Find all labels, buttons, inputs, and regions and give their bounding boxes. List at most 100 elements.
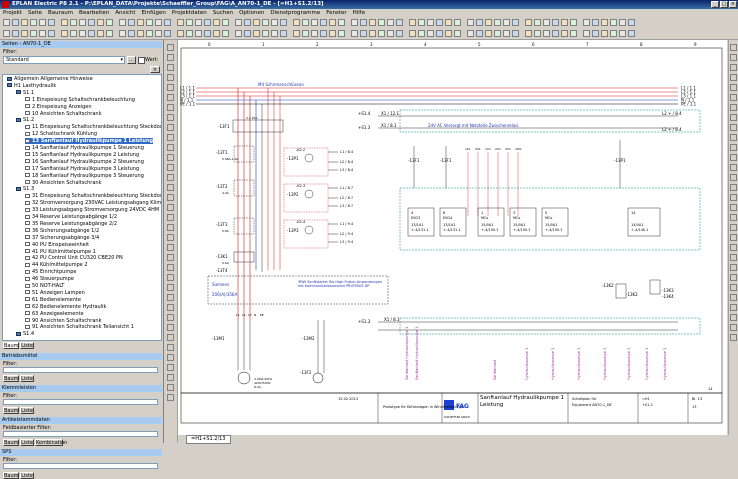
- toolbar-tool-icon[interactable]: [12, 30, 19, 37]
- sps-filter-input[interactable]: [3, 463, 158, 469]
- tree-page[interactable]: 15 Sanftanlauf Hydraulikpumpe 2 Leistung: [25, 152, 139, 158]
- toolbar-tool-icon[interactable]: [88, 19, 95, 26]
- tree-page[interactable]: 1 Einspeisung Schaltschrankbeleuchtung: [25, 97, 135, 103]
- toolbar-tool-icon[interactable]: [427, 19, 434, 26]
- drawing-tool-icon[interactable]: [167, 364, 174, 371]
- toolbar-tool-icon[interactable]: [351, 19, 358, 26]
- drawing-tool-icon[interactable]: [167, 134, 174, 141]
- drawing-tool-icon[interactable]: [167, 194, 174, 201]
- toolbar-tool-icon[interactable]: [592, 30, 599, 37]
- drawing-tool-icon[interactable]: [167, 294, 174, 301]
- drawing-tool-icon[interactable]: [167, 54, 174, 61]
- toolbar-tool-icon[interactable]: [552, 30, 559, 37]
- toolbar-tool-icon[interactable]: [378, 30, 385, 37]
- tree-page[interactable]: 91 Ansichten Schaltschrank Teilansicht 1: [25, 324, 134, 330]
- drawing-tool-icon[interactable]: [167, 264, 174, 271]
- tree-folder[interactable]: S1.1: [16, 90, 34, 96]
- toolbar-tool-icon[interactable]: [177, 30, 184, 37]
- drawing-tool-icon[interactable]: [167, 184, 174, 191]
- toolbar-tool-icon[interactable]: [503, 30, 510, 37]
- tree-page[interactable]: 41 PU Kühlmittelpumpe 1: [25, 249, 96, 255]
- drawing-tool-icon[interactable]: [167, 234, 174, 241]
- symbol-tool-icon[interactable]: [730, 294, 737, 301]
- symbol-tool-icon[interactable]: [730, 164, 737, 171]
- symbol-tool-icon[interactable]: [730, 264, 737, 271]
- toolbar-tool-icon[interactable]: [396, 19, 403, 26]
- toolbar-tool-icon[interactable]: [21, 19, 28, 26]
- symbol-tool-icon[interactable]: [730, 314, 737, 321]
- toolbar-tool-icon[interactable]: [494, 19, 501, 26]
- toolbar-tool-icon[interactable]: [48, 19, 55, 26]
- symbol-tool-icon[interactable]: [730, 94, 737, 101]
- toolbar-tool-icon[interactable]: [445, 19, 452, 26]
- drawing-tool-icon[interactable]: [167, 174, 174, 181]
- symbol-tool-icon[interactable]: [730, 124, 737, 131]
- drawing-tool-icon[interactable]: [167, 144, 174, 151]
- toolbar-tool-icon[interactable]: [79, 19, 86, 26]
- toolbar-tool-icon[interactable]: [619, 19, 626, 26]
- toolbar-tool-icon[interactable]: [409, 19, 416, 26]
- toolbar-tool-icon[interactable]: [512, 19, 519, 26]
- toolbar-tool-icon[interactable]: [186, 30, 193, 37]
- symbol-tool-icon[interactable]: [730, 224, 737, 231]
- tree-page[interactable]: 45 Einrichtpumpe: [25, 269, 76, 275]
- toolbar-tool-icon[interactable]: [204, 19, 211, 26]
- toolbar-tool-icon[interactable]: [253, 30, 260, 37]
- tree-page[interactable]: 16 Sanftanlauf Hydraulikpumpe 2 Steuerun…: [25, 159, 144, 165]
- toolbar-tool-icon[interactable]: [467, 19, 474, 26]
- symbol-tool-icon[interactable]: [730, 274, 737, 281]
- drawing-tool-icon[interactable]: [167, 164, 174, 171]
- toolbar-tool-icon[interactable]: [387, 30, 394, 37]
- menu-einfuegen[interactable]: Einfügen: [139, 9, 169, 17]
- toolbar-tool-icon[interactable]: [271, 30, 278, 37]
- toolbar-tool-icon[interactable]: [119, 19, 126, 26]
- symbol-tool-icon[interactable]: [730, 44, 737, 51]
- toolbar-tool-icon[interactable]: [155, 30, 162, 37]
- toolbar-tool-icon[interactable]: [213, 19, 220, 26]
- drawing-tool-icon[interactable]: [167, 374, 174, 381]
- tree-page[interactable]: 14 Sanftanlauf Hydraulikpumpe 1 Steuerun…: [25, 145, 144, 151]
- toolbar-tool-icon[interactable]: [106, 19, 113, 26]
- drawing-tool-icon[interactable]: [167, 224, 174, 231]
- tree-folder[interactable]: S1.4: [16, 331, 34, 337]
- toolbar-tool-icon[interactable]: [534, 19, 541, 26]
- toolbar-tool-icon[interactable]: [177, 19, 184, 26]
- toolbar-tool-icon[interactable]: [485, 19, 492, 26]
- symbol-tool-icon[interactable]: [730, 114, 737, 121]
- toolbar-tool-icon[interactable]: [253, 19, 260, 26]
- symbol-tool-icon[interactable]: [730, 54, 737, 61]
- toolbar-tool-icon[interactable]: [39, 19, 46, 26]
- toolbar-tool-icon[interactable]: [601, 30, 608, 37]
- tree-page[interactable]: 10 Ansichten Schaltschrank: [25, 111, 101, 117]
- toolbar-tool-icon[interactable]: [70, 19, 77, 26]
- minimize-button[interactable]: _: [711, 1, 719, 8]
- toolbar-tool-icon[interactable]: [396, 30, 403, 37]
- toolbar-tool-icon[interactable]: [583, 19, 590, 26]
- symbol-tool-icon[interactable]: [730, 334, 737, 341]
- drawing-tool-icon[interactable]: [167, 44, 174, 51]
- drawing-tool-icon[interactable]: [167, 284, 174, 291]
- toolbar-tool-icon[interactable]: [271, 19, 278, 26]
- betriebsmittel-tab-liste[interactable]: Liste: [20, 375, 34, 382]
- tree-page[interactable]: 90 Ansichten Schaltschrank: [25, 318, 101, 324]
- tree-folder[interactable]: S1.3: [16, 186, 34, 192]
- tree-folder[interactable]: H1 Lasthydraulik: [7, 83, 56, 89]
- toolbar-tool-icon[interactable]: [543, 19, 550, 26]
- page-tree[interactable]: Allgemein Allgemeine Hinweise H1 Lasthydr…: [2, 74, 162, 341]
- drawing-tool-icon[interactable]: [167, 124, 174, 131]
- drawing-tool-icon[interactable]: [167, 354, 174, 361]
- tree-page[interactable]: 50 NOT-HALT: [25, 283, 64, 289]
- toolbar-tool-icon[interactable]: [235, 19, 242, 26]
- value-checkbox[interactable]: [138, 57, 145, 64]
- menu-hilfe[interactable]: Hilfe: [350, 9, 369, 17]
- drawing-tool-icon[interactable]: [167, 64, 174, 71]
- menu-dienstprogramme[interactable]: Dienstprogramme: [267, 9, 323, 17]
- panel-close-button[interactable]: ×: [150, 66, 160, 73]
- toolbar-tool-icon[interactable]: [436, 19, 443, 26]
- toolbar-tool-icon[interactable]: [61, 19, 68, 26]
- toolbar-tool-icon[interactable]: [302, 19, 309, 26]
- toolbar-tool-icon[interactable]: [543, 30, 550, 37]
- toolbar-tool-icon[interactable]: [583, 30, 590, 37]
- toolbar-tool-icon[interactable]: [293, 30, 300, 37]
- toolbar-tool-icon[interactable]: [503, 19, 510, 26]
